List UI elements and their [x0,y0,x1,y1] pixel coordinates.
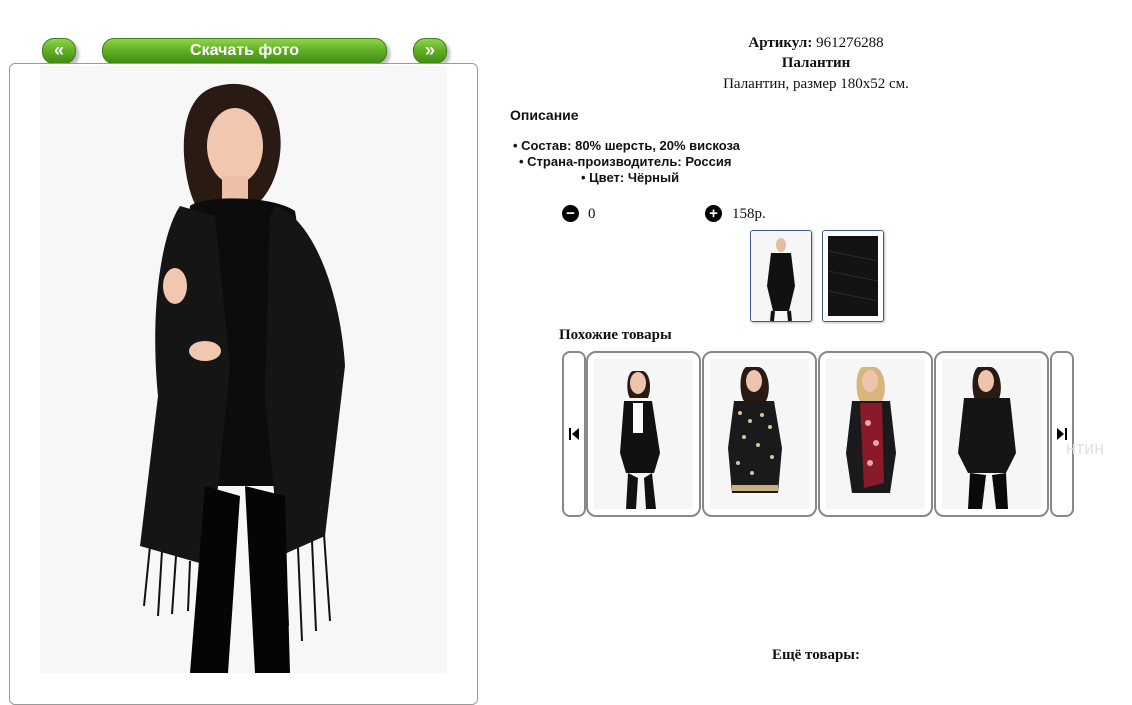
more-products-title: Ещё товары: [771,647,861,663]
price-value: 158р. [732,206,766,222]
photo-thumbnail[interactable] [822,230,884,322]
faded-product-label: нтин [1066,438,1105,458]
sku-label: Артикул: [748,35,813,51]
similar-product-card[interactable] [818,351,933,517]
product-title: Палантин [781,55,851,71]
photo-thumbnail[interactable] [750,230,812,322]
minus-circle-icon[interactable]: − [562,205,579,222]
main-product-photo[interactable] [40,66,447,673]
similar-product-card[interactable] [702,351,817,517]
sku-line: Артикул: 961276288 [600,35,1032,52]
plus-circle-icon[interactable]: + [705,205,722,222]
skip-previous-icon [569,428,579,440]
similar-prev-button[interactable] [562,351,586,517]
description-bullet: • Страна-производитель: Россия [519,154,732,169]
product-subtitle: Палантин, размер 180x52 см. [723,76,909,92]
next-photo-button[interactable]: » [413,38,447,64]
similar-title: Похожие товары [559,327,672,343]
download-photo-button[interactable]: Скачать фото [102,38,387,64]
quantity-value: 0 [588,206,596,222]
similar-next-button[interactable] [1050,351,1074,517]
sku-value: 961276288 [816,35,884,51]
similar-product-card[interactable] [586,351,701,517]
description-title: Описание [510,107,579,123]
similar-product-card[interactable] [934,351,1049,517]
description-bullet: • Цвет: Чёрный [581,170,680,185]
prev-photo-button[interactable]: « [42,38,76,64]
description-bullet: • Состав: 80% шерсть, 20% вискоза [513,138,741,153]
